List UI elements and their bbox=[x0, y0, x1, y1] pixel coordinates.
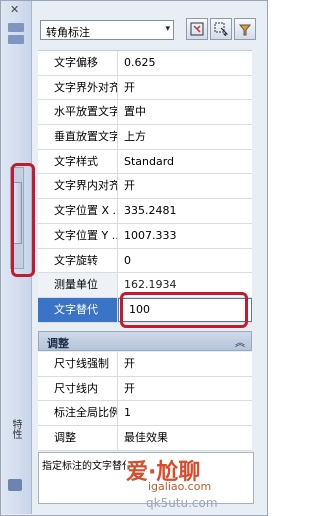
property-row[interactable]: 文字偏移 0.625 bbox=[38, 51, 252, 76]
property-row[interactable]: 测量单位 162.1934 bbox=[38, 273, 252, 298]
property-label: 尺寸线强制 bbox=[38, 352, 118, 376]
property-row[interactable]: 文字旋转 0 bbox=[38, 248, 252, 274]
watermark-ghost: qk5utu.com bbox=[146, 496, 218, 510]
property-label: 文字界外对齐 bbox=[38, 75, 118, 100]
property-label: 垂直放置文字 bbox=[38, 125, 118, 149]
property-value[interactable]: Standard bbox=[118, 149, 252, 174]
text-override-cell[interactable] bbox=[118, 297, 252, 322]
toolbar: 转角标注 ▾ bbox=[32, 8, 264, 48]
property-label: 文字位置 X ... bbox=[38, 199, 118, 223]
property-label: 测量单位 bbox=[38, 273, 118, 297]
property-value[interactable]: 最佳效果 bbox=[118, 426, 252, 450]
property-row[interactable]: 水平放置文字 置中 bbox=[38, 100, 252, 126]
property-row-text-override[interactable]: 文字替代 bbox=[38, 297, 252, 323]
property-label: 文字界内对齐 bbox=[38, 174, 118, 199]
property-row[interactable]: 文字界外对齐开 bbox=[38, 75, 252, 101]
chevron-up-icon[interactable]: ︽ bbox=[235, 334, 245, 349]
property-row[interactable]: 尺寸线内开 bbox=[38, 376, 252, 402]
object-type-value: 转角标注 bbox=[46, 26, 90, 39]
property-label: 文字偏移 bbox=[38, 51, 118, 75]
object-type-select[interactable]: 转角标注 ▾ bbox=[40, 20, 174, 40]
property-row[interactable]: 文字位置 X ... 335.2481 bbox=[38, 199, 252, 224]
property-label: 标注全局比例 bbox=[38, 401, 118, 426]
section-header-fit[interactable]: 调整 ︽ bbox=[38, 331, 252, 351]
select-objects-button[interactable] bbox=[210, 18, 232, 40]
text-override-input[interactable] bbox=[118, 297, 252, 322]
property-row[interactable]: 标注全局比例 1 bbox=[38, 401, 252, 427]
property-row[interactable]: 尺寸线强制开 bbox=[38, 352, 252, 377]
property-value[interactable]: 开 bbox=[118, 75, 252, 100]
watermark-logo: 爱·尬聊 igaliao.com qk5utu.com bbox=[118, 450, 260, 514]
property-value[interactable]: 1 bbox=[118, 401, 252, 426]
property-value[interactable]: 0 bbox=[118, 248, 252, 273]
quick-select-icon bbox=[190, 22, 204, 36]
palette-options-icon[interactable] bbox=[8, 23, 24, 53]
property-label: 文字样式 bbox=[38, 149, 118, 174]
close-icon[interactable]: ✕ bbox=[10, 3, 19, 16]
scrollbar-thumb[interactable] bbox=[12, 182, 22, 244]
watermark-url: igaliao.com bbox=[148, 480, 212, 493]
property-value[interactable]: 335.2481 bbox=[118, 199, 252, 223]
property-row[interactable]: 垂直放置文字 上方 bbox=[38, 125, 252, 150]
property-value[interactable]: 0.625 bbox=[118, 51, 252, 75]
select-objects-icon bbox=[214, 22, 228, 36]
property-label: 文字位置 Y ... bbox=[38, 223, 118, 248]
property-value: 162.1934 bbox=[118, 273, 252, 297]
property-label: 文字替代 bbox=[38, 297, 118, 322]
scrollbar[interactable] bbox=[10, 167, 24, 269]
property-value[interactable]: 1007.333 bbox=[118, 223, 252, 248]
property-label: 尺寸线内 bbox=[38, 376, 118, 401]
palette-menu-icon[interactable] bbox=[8, 479, 22, 491]
property-label: 调整 bbox=[38, 426, 118, 450]
property-label: 水平放置文字 bbox=[38, 100, 118, 125]
toggle-pickadd-icon bbox=[238, 24, 252, 36]
property-row[interactable]: 调整 最佳效果 bbox=[38, 426, 252, 451]
property-value[interactable]: 开 bbox=[118, 174, 252, 199]
property-value[interactable]: 上方 bbox=[118, 125, 252, 149]
property-value[interactable]: 开 bbox=[118, 376, 252, 401]
toggle-pickadd-button[interactable] bbox=[234, 18, 256, 40]
quick-select-button[interactable] bbox=[186, 18, 208, 40]
property-row[interactable]: 文字界内对齐开 bbox=[38, 174, 252, 200]
fit-properties-grid: 尺寸线强制开 尺寸线内开 标注全局比例 1 调整 最佳效果 bbox=[38, 352, 252, 451]
palette-title-bar[interactable]: ✕ 特性 bbox=[1, 1, 32, 514]
description-text: 指定标注的文字替代 bbox=[42, 461, 126, 472]
property-value[interactable]: 置中 bbox=[118, 100, 252, 125]
property-value[interactable]: 开 bbox=[118, 352, 252, 376]
chevron-down-icon: ▾ bbox=[165, 24, 170, 34]
property-row[interactable]: 文字位置 Y ... 1007.333 bbox=[38, 223, 252, 249]
palette-title: 特性 bbox=[10, 419, 21, 439]
property-label: 文字旋转 bbox=[38, 248, 118, 273]
section-title: 调整 bbox=[47, 337, 69, 350]
text-properties-grid: 文字偏移 0.625 文字界外对齐开 水平放置文字 置中 垂直放置文字 上方 文字样式… bbox=[38, 50, 252, 323]
property-row[interactable]: 文字样式 Standard bbox=[38, 149, 252, 175]
